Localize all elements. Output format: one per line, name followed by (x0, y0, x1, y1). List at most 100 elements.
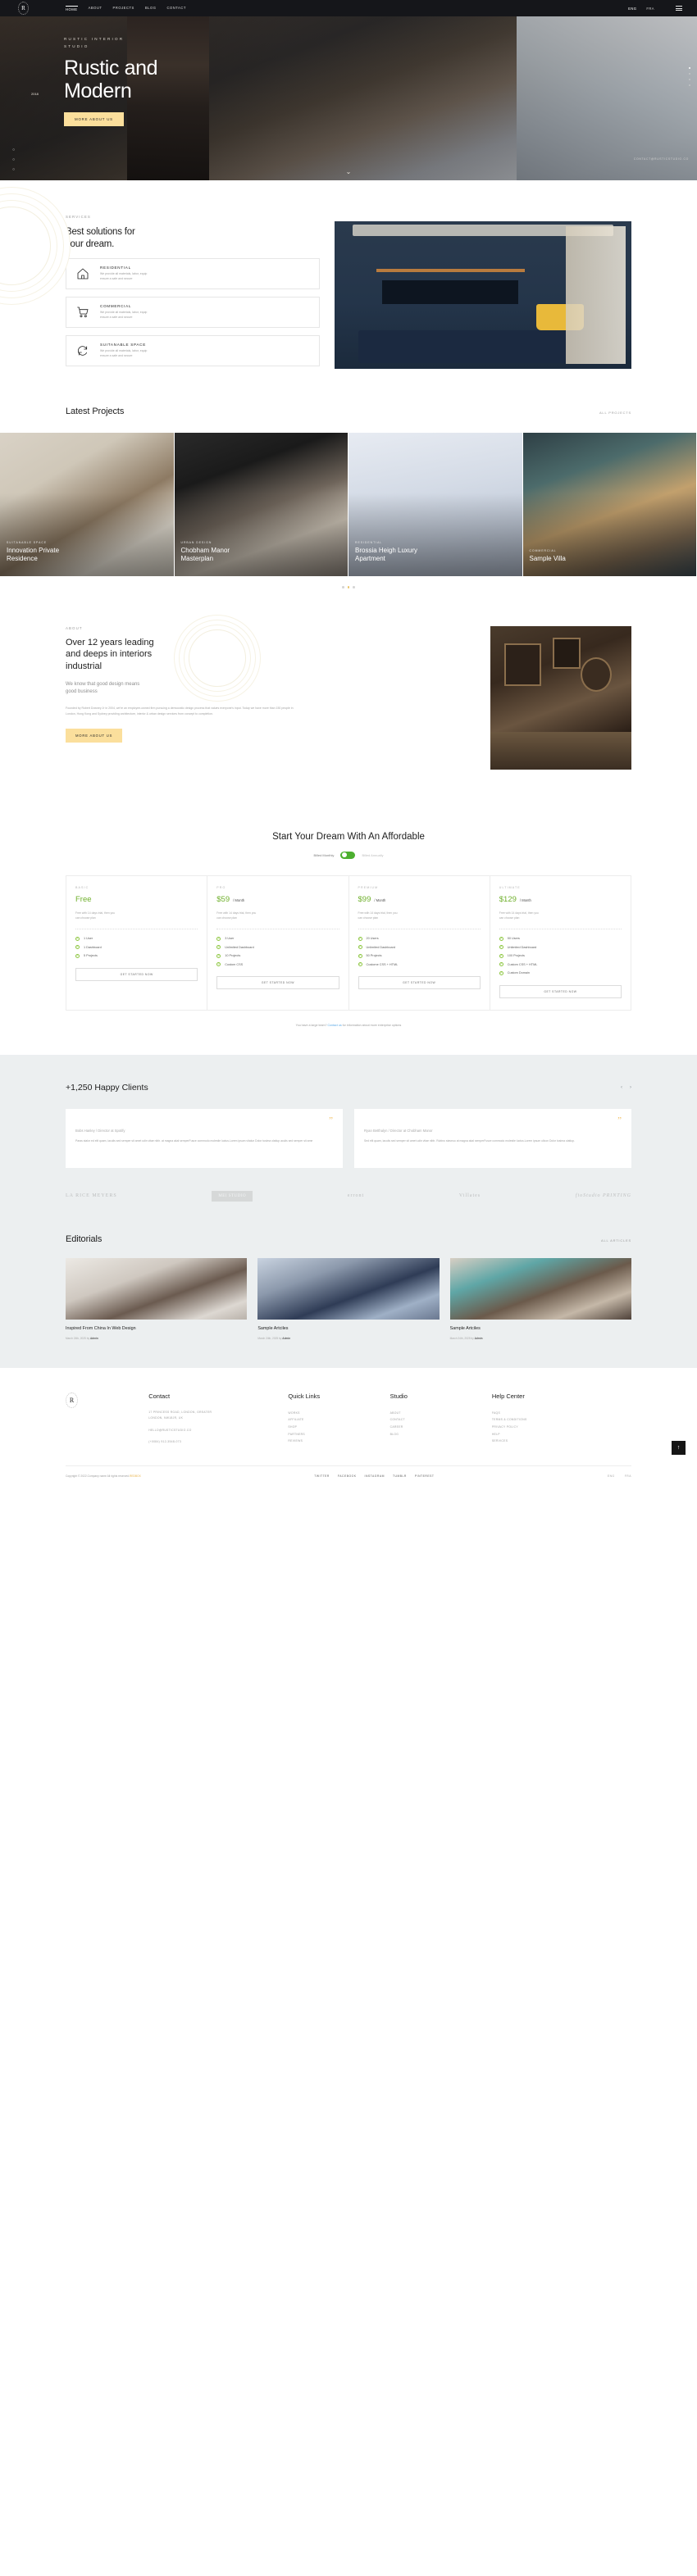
about-text-column: ABOUT Over 12 years leading and deeps in… (66, 626, 303, 770)
hero-year: 2018 (31, 92, 39, 96)
footer-link-privacy[interactable]: PRIVACY POLICY (492, 1424, 631, 1431)
get-started-button[interactable]: GET STARTED NOW (358, 976, 481, 990)
get-started-button[interactable]: GET STARTED NOW (499, 984, 622, 998)
hero-title-line1: Rustic and (64, 57, 158, 80)
quote-icon: ” (329, 1115, 333, 1125)
chevron-down-icon[interactable]: ⌄ (0, 169, 697, 175)
project-card[interactable]: COMMERCIAL Sample Villa (522, 433, 697, 576)
article-title[interactable]: Inspired From China In Web Design (66, 1326, 247, 1333)
footer-link-works[interactable]: WORKS (288, 1410, 390, 1417)
footer-wrap: R Contact 17 PRINCESS ROAD, LONDON, GREA… (0, 1392, 697, 1489)
project-name: Innovation Private Residence (7, 546, 60, 562)
nav-item-about[interactable]: ABOUT (89, 6, 102, 11)
happy-clients-section: +1,250 Happy Clients ‹ › ” Bobs Hanley /… (0, 1054, 697, 1226)
plan-feature: ✓ Unlimited Dashboard (499, 945, 537, 950)
footer-link-blog[interactable]: BLOG (390, 1431, 492, 1438)
projects-heading: Latest Projects (66, 407, 125, 416)
quote-icon: ” (617, 1115, 622, 1125)
about-row: ABOUT Over 12 years leading and deeps in… (66, 625, 631, 770)
decorative-swirl (189, 629, 246, 687)
project-card[interactable]: SUITANABLE SPACE Innovation Private Resi… (0, 433, 175, 576)
footer-link-faqs[interactable]: FAQS (492, 1410, 631, 1417)
testimonial-text: Paras stalor ed elit quam, iaculis sed s… (75, 1138, 313, 1143)
billing-annually-label[interactable]: Billed Annually (362, 853, 383, 857)
hero-slider-dots[interactable] (689, 67, 690, 86)
footer-link-affiliate[interactable]: AFFILIATE (288, 1416, 390, 1424)
get-started-button[interactable]: GET STARTED NOW (216, 976, 339, 990)
arrow-up-icon[interactable]: ↑ (672, 1440, 686, 1455)
twitter-icon[interactable]: ○ (12, 148, 15, 152)
footer-link-services[interactable]: SERVICES (492, 1438, 631, 1445)
footer-link-partners[interactable]: PARTNERS (288, 1431, 390, 1438)
nav-item-home[interactable]: HOME (66, 5, 78, 11)
about-wrap: ABOUT Over 12 years leading and deeps in… (0, 625, 697, 770)
hero-more-about-us-button[interactable]: MORE ABOUT US (64, 112, 124, 127)
pricing-plan-premium: PREMIUM $99 / Month Free with 14 days tr… (349, 875, 490, 1010)
editorials-header: Editorials ALL ARTICLES (66, 1234, 631, 1244)
billing-toggle[interactable] (340, 851, 356, 859)
clients-wrap: +1,250 Happy Clients ‹ › ” Bobs Hanley /… (0, 1083, 697, 1202)
footer-lang-eng[interactable]: ENG (608, 1474, 615, 1478)
contact-us-link[interactable]: Contact us (327, 1024, 341, 1027)
footer-link-help[interactable]: HELP (492, 1431, 631, 1438)
footer-logo[interactable]: R (66, 1392, 78, 1408)
footer-bottom-bar: Copyright © 2022.Company name All rights… (66, 1465, 631, 1489)
article-card[interactable]: Inspired From China In Web Design March … (66, 1257, 248, 1340)
project-card[interactable]: URBAN DESIGN Chobham Manor Masterplan (174, 433, 348, 576)
lang-switch-eng[interactable]: ENG (628, 7, 636, 11)
nav-item-contact[interactable]: CONTACT (166, 6, 185, 11)
check-icon: ✓ (499, 945, 503, 950)
plan-tier: ULTIMATE (499, 885, 521, 889)
project-card[interactable]: RESIDENTIAL Brossia Heigh Luxury Apartme… (348, 433, 523, 576)
footer-social-tumblr[interactable]: TUMBLR (393, 1474, 407, 1478)
service-card-suitanable-space[interactable]: SUITANABLE SPACE We provide all material… (66, 334, 320, 366)
article-title[interactable]: Sample Artciles (450, 1326, 631, 1333)
footer-contact-column: Contact 17 PRINCESS ROAD, LONDON, GREATE… (148, 1392, 288, 1446)
footer-link-shop[interactable]: SHOP (288, 1424, 390, 1431)
article-card[interactable]: Sample Artciles March 24th, 2025 by Admi… (449, 1257, 631, 1340)
footer-email[interactable]: HELLO@RUSTICSTUDIO.CO (148, 1428, 288, 1433)
project-name: Brossia Heigh Luxury Apartment (355, 546, 418, 562)
article-title[interactable]: Sample Artciles (257, 1326, 439, 1333)
footer-link-career[interactable]: CAREER (390, 1424, 492, 1431)
pricing-plans: BASIC Free Free with 14 days trial, then… (66, 875, 631, 1011)
facebook-icon[interactable]: ○ (12, 157, 15, 162)
lang-switch-fra[interactable]: FRA (646, 7, 654, 11)
footer-link-contact[interactable]: CONTACT (390, 1416, 492, 1424)
hero-contact-email[interactable]: CONTACT@RUSTICSTUDIO.CO (634, 157, 689, 161)
service-card-residential[interactable]: RESIDENTIAL We provide all materials, la… (66, 257, 320, 289)
service-card-commercial[interactable]: COMMERCIAL We provide all materials, lab… (66, 296, 320, 328)
services-section: SERVICES Best solutions for your dream. … (0, 180, 697, 402)
footer-link-terms[interactable]: TERMS & CONDITIONS (492, 1416, 631, 1424)
chevron-right-icon[interactable]: › (630, 1085, 631, 1090)
footer-social-instagram[interactable]: INSTAGRAM (365, 1474, 385, 1478)
footer-social-links: TWITTER FACEBOOK INSTAGRAM TUMBLR PINTER… (314, 1474, 434, 1478)
all-articles-link[interactable]: ALL ARTICLES (601, 1238, 631, 1243)
plan-period: / Month (233, 897, 245, 902)
nav-item-projects[interactable]: PROJECTS (113, 6, 134, 11)
hamburger-icon[interactable] (676, 6, 682, 11)
check-icon: ✓ (216, 945, 221, 950)
footer-link-reviews[interactable]: REVIEWS (288, 1438, 390, 1445)
all-projects-link[interactable]: ALL PROJECTS (599, 411, 631, 415)
footer-social-twitter[interactable]: TWITTER (314, 1474, 330, 1478)
footer-link-about[interactable]: ABOUT (390, 1410, 492, 1417)
project-category: COMMERCIAL (529, 548, 557, 552)
get-started-button[interactable]: GET STARTED NOW (75, 967, 198, 981)
check-icon: ✓ (75, 945, 80, 950)
footer-social-pinterest[interactable]: PINTEREST (415, 1474, 435, 1478)
plan-price: Free (75, 894, 92, 904)
client-logos: LA RICE MEYERS MEI STUDIO erront Villate… (66, 1190, 631, 1202)
site-logo[interactable]: R (18, 2, 29, 15)
plan-tier: PRO (216, 885, 226, 889)
service-desc-line2: ensure a safe and secure (100, 277, 133, 281)
chevron-left-icon[interactable]: ‹ (621, 1085, 622, 1090)
footer-phone[interactable]: (+0084) 912-3548-073 (148, 1439, 288, 1445)
article-card[interactable]: Sample Artciles March 24th, 2025 by Admi… (257, 1257, 440, 1340)
footer-lang-fra[interactable]: FRA (625, 1474, 631, 1478)
enterprise-note: You have a large team? Contact us for in… (66, 1024, 631, 1027)
about-more-about-us-button[interactable]: MORE ABOUT US (66, 729, 123, 743)
billing-monthly-label[interactable]: Billed Monthly (314, 853, 335, 857)
nav-item-blog[interactable]: BLOG (145, 6, 157, 11)
footer-social-facebook[interactable]: FACEBOOK (338, 1474, 357, 1478)
